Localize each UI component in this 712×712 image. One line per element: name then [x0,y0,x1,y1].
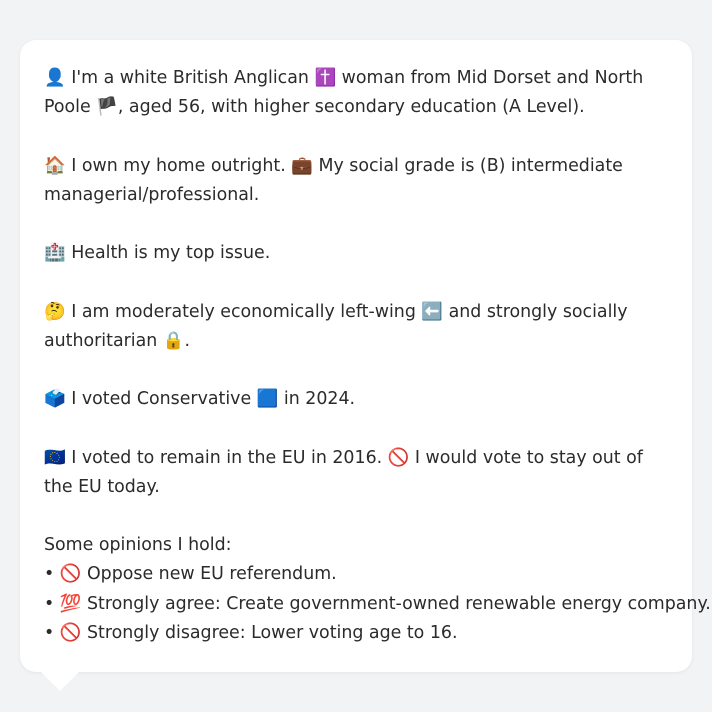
ideology-text-3: . [184,330,190,351]
prohibited-icon: 🚫 [59,622,82,643]
opinion-text: Strongly agree: Create government-owned … [86,593,711,614]
eu-paragraph: 🇪🇺 I voted to remain in the EU in 2016. … [44,444,672,502]
lock-icon: 🔒 [162,330,185,351]
ballot-box-icon: 🗳️ [44,389,66,410]
eu-text-1: I voted to remain in the EU in 2016. [71,447,383,468]
prohibited-icon: 🚫 [387,447,410,468]
vote-text-2: in 2024. [283,389,356,410]
home-paragraph: 🏠 I own my home outright. 💼 My social gr… [44,152,672,210]
hospital-icon: 🏥 [44,243,66,264]
intro-paragraph: 👤 I'm a white British Anglican ✝️ woman … [44,64,672,122]
opinion-text: Oppose new EU referendum. [86,564,337,585]
bullet-marker: • [44,564,55,585]
list-item: • 💯 Strongly agree: Create government-ow… [44,590,711,619]
intro-text-1: I'm a white British Anglican [71,68,309,88]
home-text-1: I own my home outright. [71,155,286,176]
bubble-tail [40,671,80,691]
bullet-marker: • [44,622,55,643]
vote-paragraph: 🗳️ I voted Conservative 🟦 in 2024. [44,385,672,414]
bullet-marker: • [44,593,55,614]
thinking-face-icon: 🤔 [44,301,66,322]
list-item: • 🚫 Strongly disagree: Lower voting age … [44,619,672,648]
england-flag-icon: 🏴 [96,97,118,118]
intro-text-3: , aged 56, with higher secondary educati… [117,97,585,118]
opinion-text: Strongly disagree: Lower voting age to 1… [86,622,458,643]
prohibited-icon: 🚫 [59,564,82,585]
opinions-section: Some opinions I hold: • 🚫 Oppose new EU … [44,531,711,648]
opinions-heading: Some opinions I hold: [44,535,232,556]
list-item: • 🚫 Oppose new EU referendum. [44,560,672,589]
house-icon: 🏠 [44,155,66,176]
profile-message-bubble: 👤 I'm a white British Anglican ✝️ woman … [20,40,711,672]
eu-flag-icon: 🇪🇺 [44,447,66,468]
issue-text: Health is my top issue. [71,243,271,264]
issue-paragraph: 🏥 Health is my top issue. [44,239,672,268]
ideology-paragraph: 🤔 I am moderately economically left-wing… [44,298,672,356]
ideology-text-1: I am moderately economically left-wing [71,301,416,322]
briefcase-icon: 💼 [291,155,313,176]
vote-text-1: I voted Conservative [71,389,252,410]
cross-icon: ✝️ [314,68,337,88]
hundred-points-icon: 💯 [59,593,82,614]
blue-square-icon: 🟦 [256,389,279,410]
left-arrow-icon: ⬅️ [421,301,444,322]
person-icon: 👤 [44,68,66,88]
